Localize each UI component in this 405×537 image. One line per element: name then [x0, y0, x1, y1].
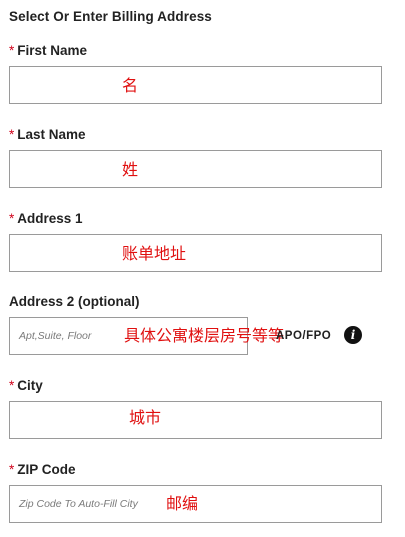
- last-name-label-text: Last Name: [17, 127, 86, 142]
- required-marker: *: [9, 127, 15, 142]
- address2-placeholder: Apt,Suite, Floor: [19, 330, 92, 342]
- city-annotation: 城市: [129, 408, 162, 427]
- last-name-annotation: 姓: [122, 160, 139, 179]
- info-icon[interactable]: i: [344, 326, 362, 344]
- city-input[interactable]: [9, 401, 382, 439]
- address1-label-text: Address 1: [17, 211, 83, 226]
- zip-placeholder: Zip Code To Auto-Fill City: [19, 498, 138, 510]
- first-name-annotation: 名: [122, 76, 139, 95]
- first-name-input[interactable]: [9, 66, 382, 104]
- city-label: * City: [9, 378, 43, 393]
- billing-address-title: Select Or Enter Billing Address: [9, 9, 212, 24]
- required-marker: *: [9, 43, 15, 58]
- address1-label: * Address 1: [9, 211, 83, 226]
- apo-fpo-toggle[interactable]: APO/FPO: [276, 330, 331, 342]
- zip-annotation: 邮编: [166, 494, 199, 513]
- address1-input[interactable]: [9, 234, 382, 272]
- zip-label: * ZIP Code: [9, 462, 76, 477]
- last-name-input[interactable]: [9, 150, 382, 188]
- required-marker: *: [9, 462, 15, 477]
- first-name-label-text: First Name: [17, 43, 88, 58]
- required-marker: *: [9, 378, 15, 393]
- zip-label-text: ZIP Code: [17, 462, 76, 477]
- required-marker: *: [9, 211, 15, 226]
- address2-annotation: 具体公寓楼层房号等等: [124, 326, 285, 345]
- first-name-label: * First Name: [9, 43, 87, 58]
- address1-annotation: 账单地址: [122, 244, 187, 263]
- address2-label: Address 2 (optional): [9, 294, 140, 309]
- city-label-text: City: [17, 378, 43, 393]
- last-name-label: * Last Name: [9, 127, 86, 142]
